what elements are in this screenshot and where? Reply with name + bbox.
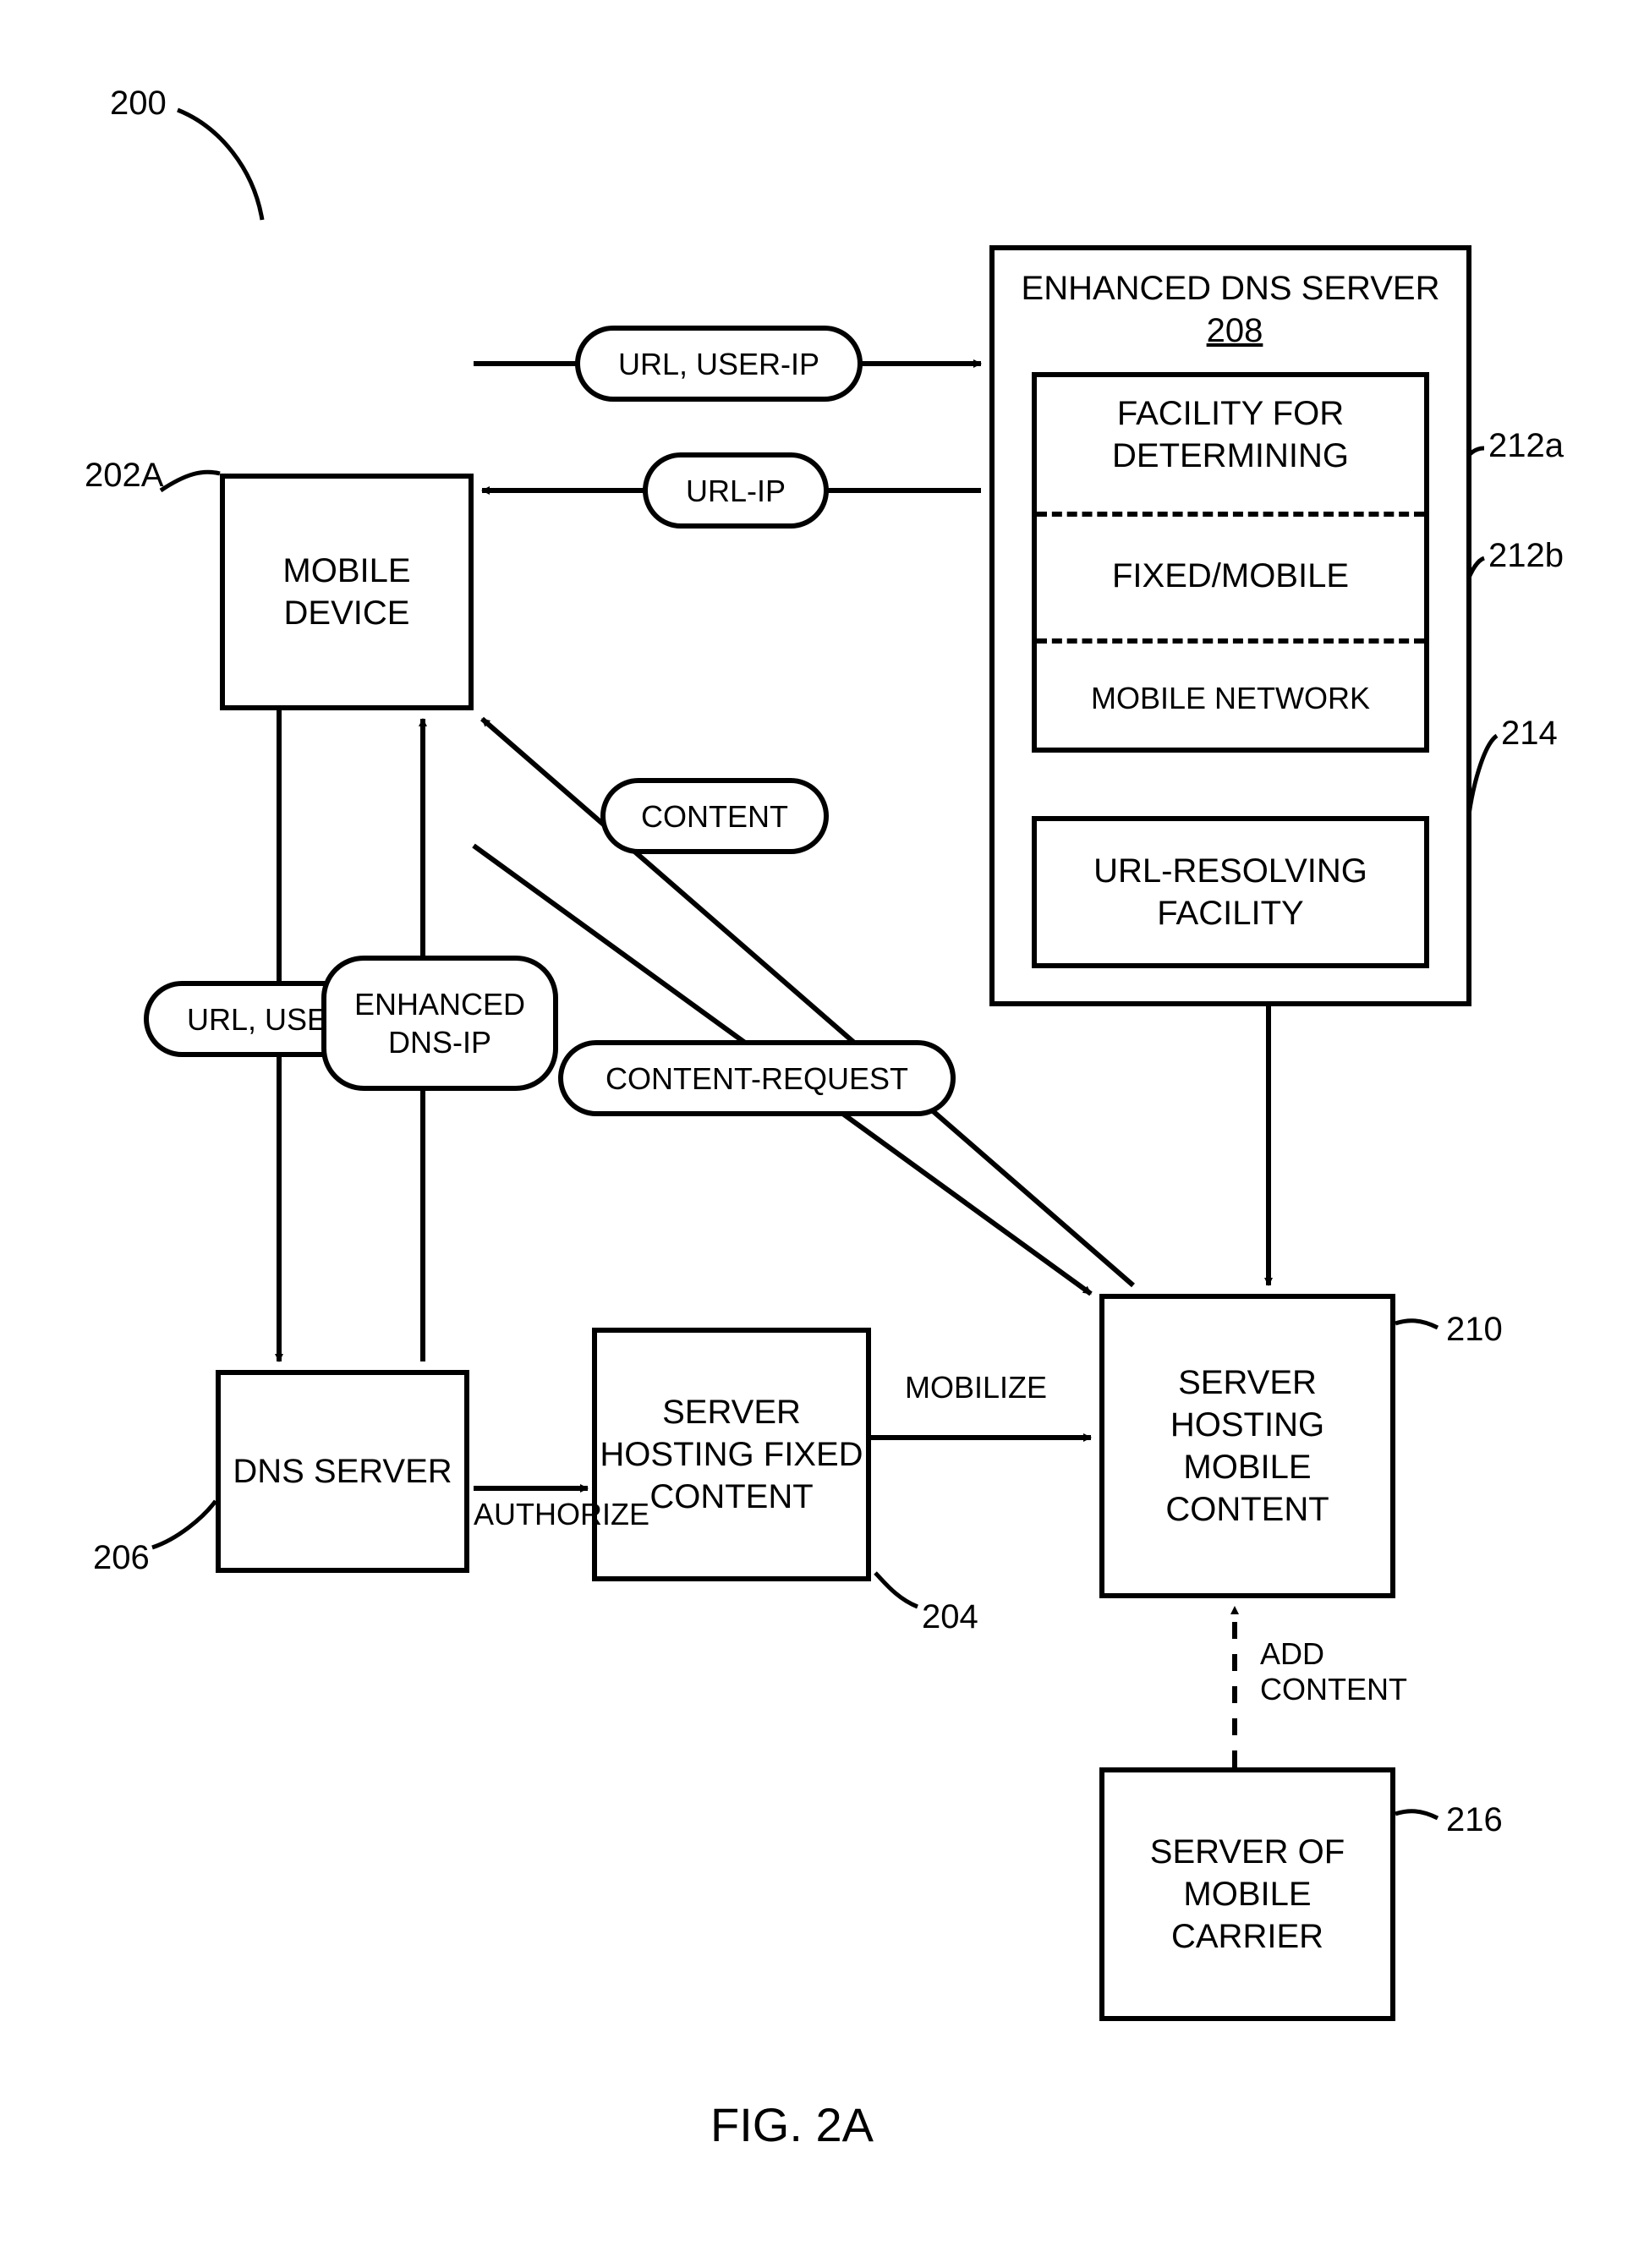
- pill-content-label: CONTENT: [641, 797, 788, 835]
- facility-dash-1: [1037, 512, 1424, 517]
- ref-212b: 212b: [1488, 537, 1564, 575]
- authorize-label: AUTHORIZE: [474, 1497, 649, 1532]
- url-resolving-label: URL-RESOLVING FACILITY: [1037, 850, 1424, 934]
- ref-202a: 202A: [85, 457, 163, 495]
- pill-enhanced-dnsip-label: ENHANCED DNS-IP: [354, 985, 525, 1061]
- enhanced-dns-title: ENHANCED DNS SERVER 208: [995, 267, 1466, 352]
- url-resolving-box: URL-RESOLVING FACILITY: [1032, 816, 1429, 968]
- pill-content: CONTENT: [600, 778, 829, 854]
- pill-content-request-label: CONTENT-REQUEST: [606, 1060, 908, 1098]
- ref-210: 210: [1446, 1311, 1503, 1349]
- mobile-content-server-box: SERVER HOSTING MOBILE CONTENT: [1099, 1294, 1395, 1598]
- enhanced-dns-title-text: ENHANCED DNS SERVER: [1022, 270, 1440, 307]
- mobile-network-row: MOBILE NETWORK: [1032, 648, 1429, 748]
- mobile-device-label: MOBILE DEVICE: [225, 550, 469, 634]
- pill-url-ip-label: URL-IP: [686, 472, 786, 510]
- dns-server-label: DNS SERVER: [233, 1450, 452, 1493]
- mobile-device-box: MOBILE DEVICE: [220, 474, 474, 710]
- ref-216: 216: [1446, 1801, 1503, 1839]
- facility-dash-2: [1037, 638, 1424, 644]
- facility-title: FACILITY FOR DETERMINING: [1037, 392, 1424, 477]
- figure-caption: FIG. 2A: [710, 2097, 874, 2152]
- pill-content-request: CONTENT-REQUEST: [558, 1040, 956, 1116]
- fixed-mobile-row: FIXED/MOBILE: [1032, 521, 1429, 631]
- ref-212a: 212a: [1488, 427, 1564, 465]
- diagram-page: 200: [0, 0, 1644, 2268]
- ref-206: 206: [93, 1539, 150, 1577]
- pill-enhanced-dnsip: ENHANCED DNS-IP: [321, 956, 558, 1091]
- carrier-server-label: SERVER OF MOBILE CARRIER: [1104, 1831, 1390, 1958]
- ref-204: 204: [922, 1598, 978, 1636]
- pill-url-ip: URL-IP: [643, 452, 829, 529]
- pill-url-userip-top: URL, USER-IP: [575, 326, 863, 402]
- fixed-mobile-label: FIXED/MOBILE: [1112, 555, 1349, 597]
- figure-ref-200: 200: [110, 85, 167, 123]
- pill-url-userip-top-label: URL, USER-IP: [618, 345, 819, 383]
- mobile-network-label: MOBILE NETWORK: [1091, 679, 1370, 717]
- add-content-label: ADD CONTENT: [1260, 1636, 1407, 1707]
- fixed-content-server-box: SERVER HOSTING FIXED CONTENT: [592, 1328, 871, 1581]
- mobile-content-server-label: SERVER HOSTING MOBILE CONTENT: [1104, 1361, 1390, 1531]
- ref-214: 214: [1501, 715, 1558, 753]
- carrier-server-box: SERVER OF MOBILE CARRIER: [1099, 1767, 1395, 2021]
- dns-server-box: DNS SERVER: [216, 1370, 469, 1573]
- ref-208: 208: [1207, 312, 1263, 349]
- mobilize-label: MOBILIZE: [905, 1370, 1047, 1405]
